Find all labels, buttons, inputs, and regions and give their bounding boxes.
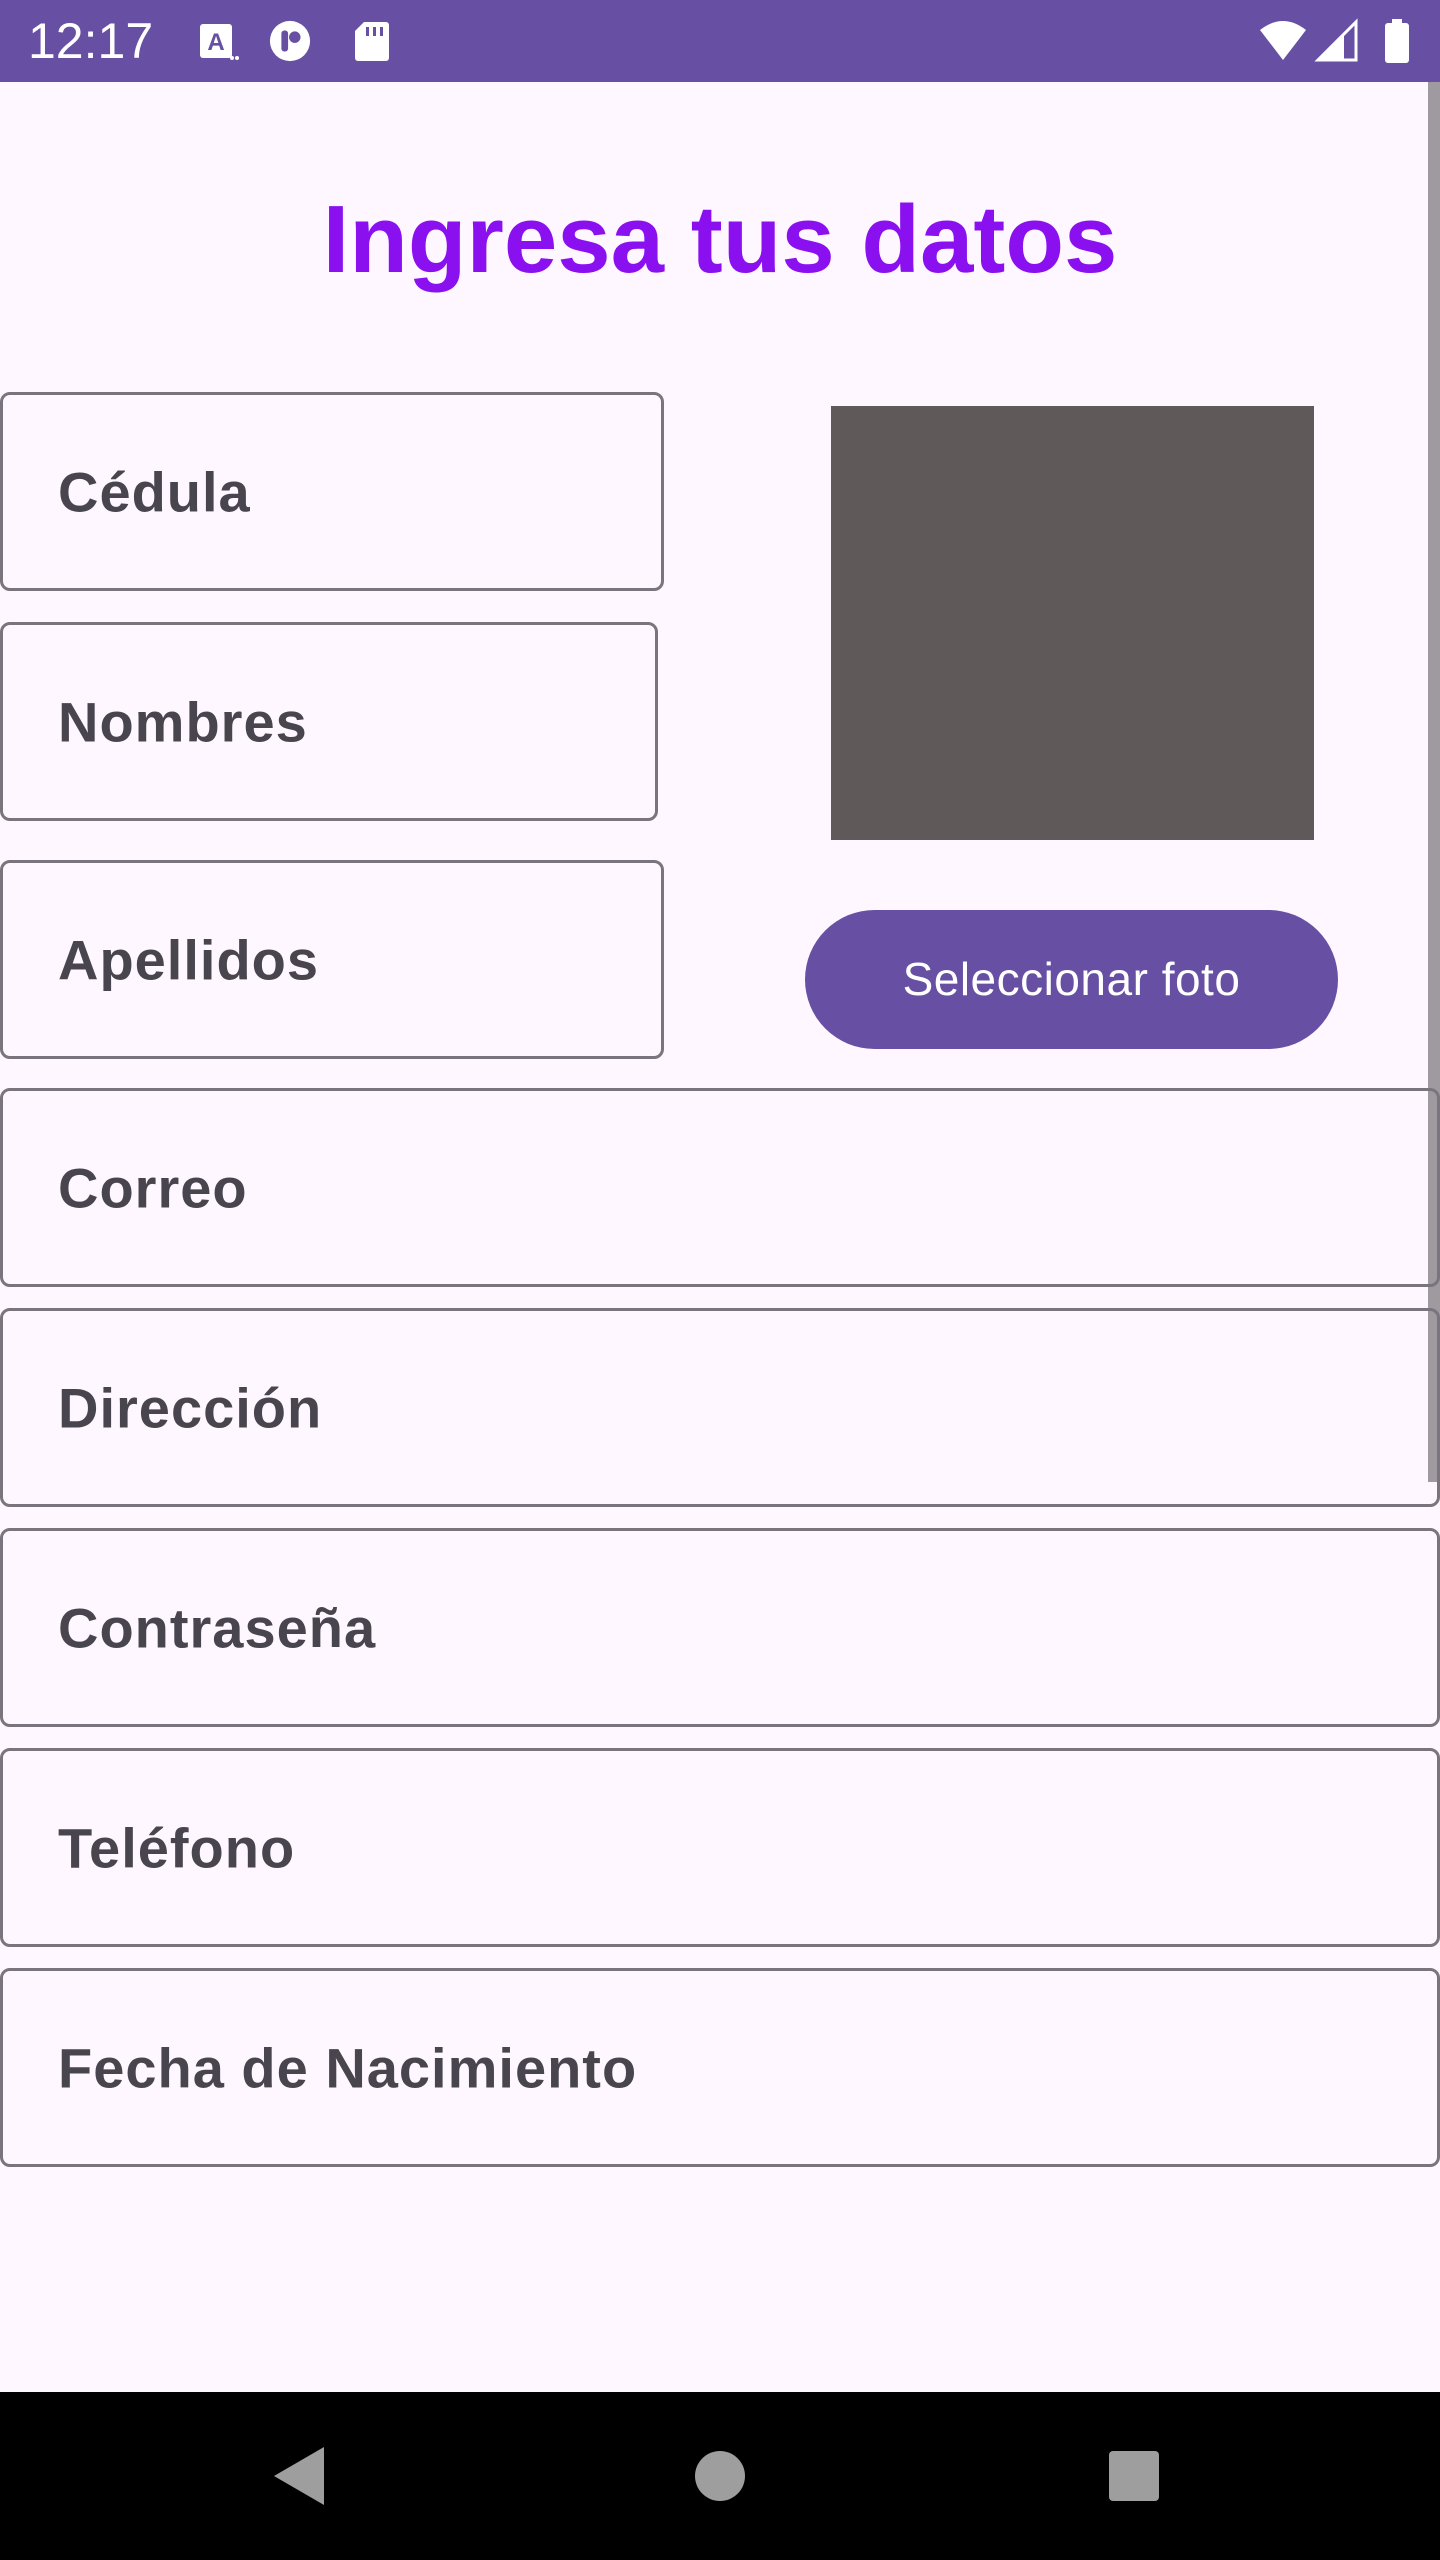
apellidos-field[interactable]: Apellidos: [0, 860, 664, 1059]
home-button[interactable]: [660, 2392, 780, 2560]
navigation-bar: [0, 2392, 1440, 2560]
apellidos-label: Apellidos: [58, 928, 320, 991]
contrasena-label: Contraseña: [58, 1596, 377, 1659]
back-button[interactable]: [240, 2392, 360, 2560]
sd-card-icon: [355, 22, 389, 61]
status-bar: 12:17 A: [0, 0, 1440, 82]
nombres-label: Nombres: [58, 690, 308, 753]
wifi-icon: [1260, 21, 1306, 60]
back-icon: [274, 2447, 324, 2505]
signal-icon: [1314, 18, 1358, 62]
page-title: Ingresa tus datos: [322, 186, 1118, 293]
status-time: 12:17: [28, 13, 154, 69]
registration-screen: 12:17 A Ingresa tus datos Cédula Nombres…: [0, 0, 1440, 2560]
select-photo-button[interactable]: Seleccionar foto: [805, 910, 1338, 1049]
translate-notification-icon: A: [200, 24, 239, 60]
fecha-nacimiento-field[interactable]: Fecha de Nacimiento: [0, 1968, 1440, 2167]
battery-icon: [1385, 19, 1409, 63]
recents-icon: [1109, 2451, 1159, 2501]
telefono-field[interactable]: Teléfono: [0, 1748, 1440, 1947]
direccion-label: Dirección: [58, 1376, 323, 1439]
correo-label: Correo: [58, 1156, 248, 1219]
fecha-nacimiento-label: Fecha de Nacimiento: [58, 2036, 638, 2099]
svg-text:A: A: [207, 29, 224, 56]
app-notification-icon: [269, 20, 311, 62]
direccion-field[interactable]: Dirección: [0, 1308, 1440, 1507]
recents-button[interactable]: [1074, 2392, 1194, 2560]
correo-field[interactable]: Correo: [0, 1088, 1440, 1287]
contrasena-field[interactable]: Contraseña: [0, 1528, 1440, 1727]
profile-photo: [831, 406, 1314, 840]
cedula-label: Cédula: [58, 460, 251, 523]
cedula-field[interactable]: Cédula: [0, 392, 664, 591]
home-icon: [695, 2451, 745, 2501]
telefono-label: Teléfono: [58, 1816, 296, 1879]
nombres-field[interactable]: Nombres: [0, 622, 658, 821]
